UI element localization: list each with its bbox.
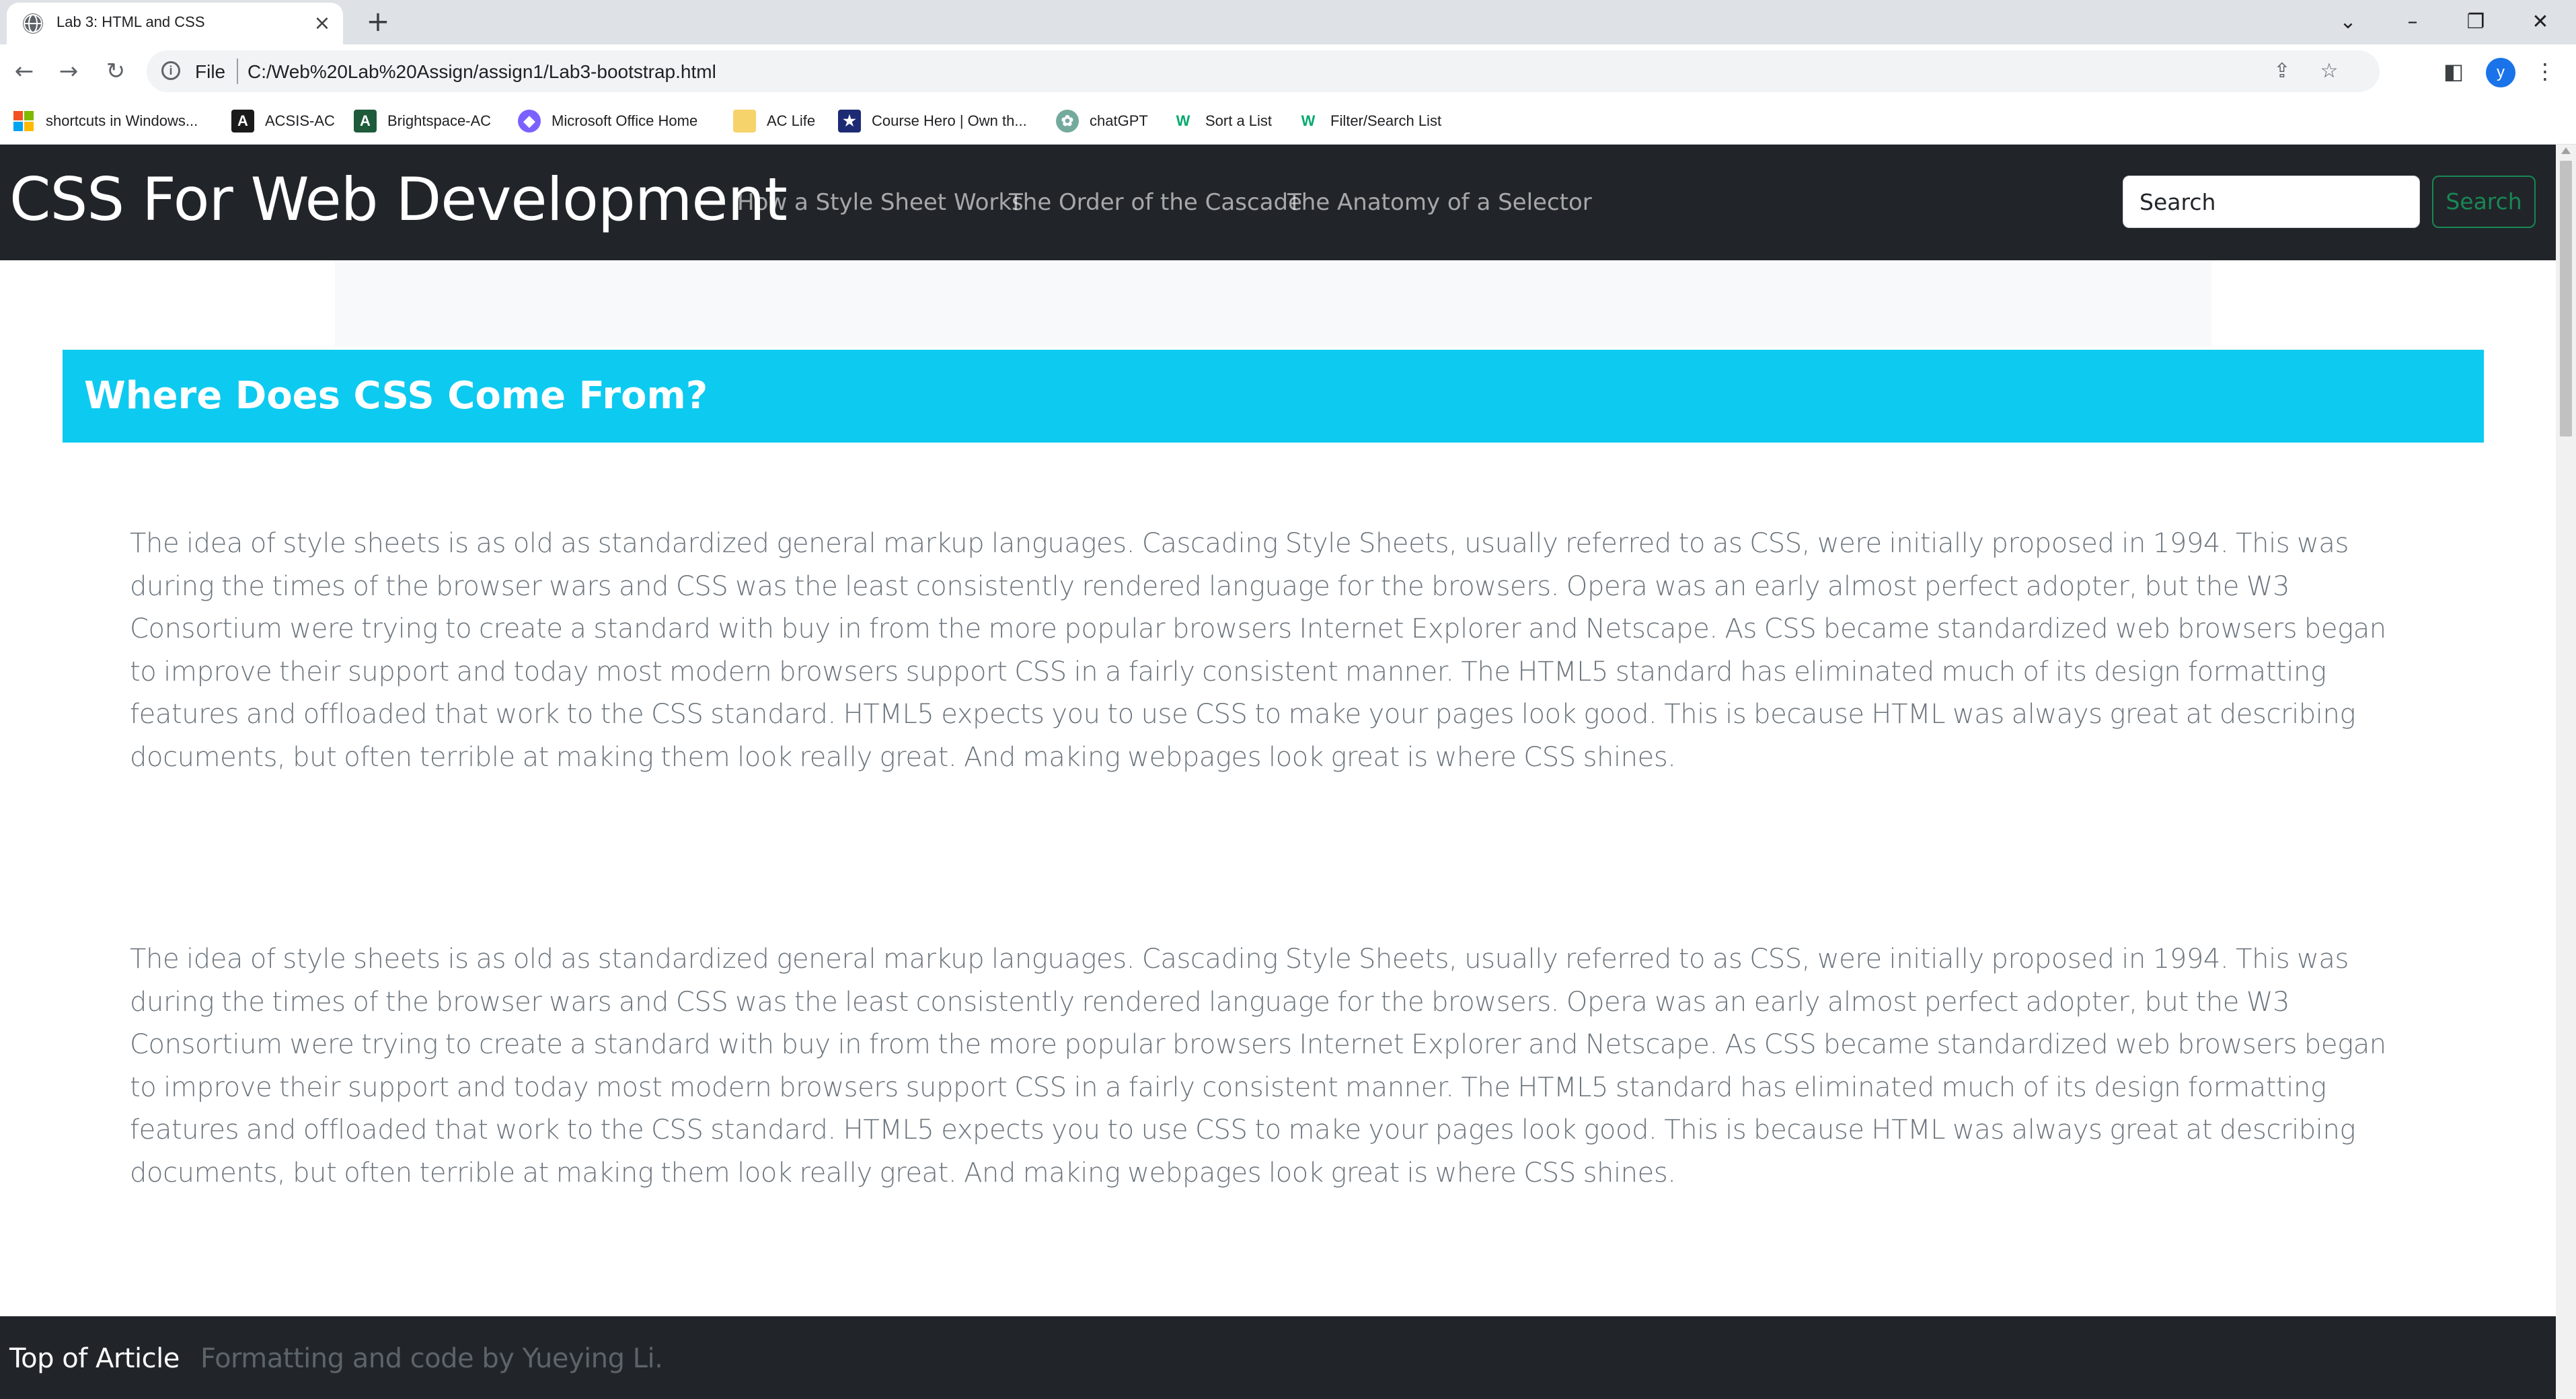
bookmark-item[interactable]: AC Life xyxy=(733,108,815,135)
article-paragraph: The idea of style sheets is as old as st… xyxy=(130,528,2386,773)
url-text[interactable]: C:/Web%20Lab%20Assign/assign1/Lab3-boots… xyxy=(248,61,716,83)
top-of-article-link[interactable]: Top of Article xyxy=(9,1343,180,1374)
bookmark-item[interactable]: shortcuts in Windows... xyxy=(12,108,198,135)
tab-strip: Lab 3: HTML and CSS × + ⌄ – ❐ ✕ xyxy=(0,0,2576,44)
search-button[interactable]: Search xyxy=(2432,176,2536,228)
share-icon[interactable]: ⇪ xyxy=(2269,59,2295,84)
site-footer: Top of Article Formatting and code by Yu… xyxy=(0,1316,2556,1399)
site-info-icon[interactable]: i xyxy=(161,61,180,80)
bookmark-label: chatGPT xyxy=(1090,112,1148,129)
profile-avatar[interactable]: y xyxy=(2486,58,2515,87)
browser-toolbar: ← → ↻ i File C:/Web%20Lab%20Assign/assig… xyxy=(0,44,2576,98)
tab-title: Lab 3: HTML and CSS xyxy=(56,13,205,30)
browser-tab[interactable]: Lab 3: HTML and CSS × xyxy=(7,3,343,44)
scroll-up-icon[interactable] xyxy=(2561,147,2571,154)
chatgpt-icon: ✿ xyxy=(1056,110,1079,133)
nav-link-style-sheet[interactable]: How a Style Sheet Works xyxy=(737,189,1024,216)
coursehero-icon: ★ xyxy=(838,110,861,133)
browser-window: Lab 3: HTML and CSS × + ⌄ – ❐ ✕ ← → ↻ i … xyxy=(0,0,2576,1399)
office-icon: ◆ xyxy=(518,110,541,133)
tab-close-icon[interactable]: × xyxy=(311,12,334,35)
bookmark-label: ACSIS-AC xyxy=(265,112,335,129)
hero-band xyxy=(335,260,2211,346)
section-title: Where Does CSS Come From? xyxy=(84,374,708,418)
back-icon[interactable]: ← xyxy=(9,56,39,86)
reload-icon[interactable]: ↻ xyxy=(101,56,130,86)
w3-icon: W xyxy=(1176,112,1190,129)
bookmark-star-icon[interactable]: ☆ xyxy=(2316,59,2342,84)
bookmark-item[interactable]: ★ Course Hero | Own th... xyxy=(838,108,1027,135)
folder-icon xyxy=(733,110,756,133)
bookmark-item[interactable]: A Brightspace-AC xyxy=(354,108,491,135)
bookmark-label: Filter/Search List xyxy=(1330,112,1442,129)
article-paragraph: The idea of style sheets is as old as st… xyxy=(130,944,2386,1188)
bookmark-label: Sort a List xyxy=(1205,112,1273,129)
footer-credit: Formatting and code by Yueying Li. xyxy=(200,1343,663,1374)
scrollbar-thumb[interactable] xyxy=(2560,161,2572,437)
bookmark-label: Microsoft Office Home xyxy=(552,112,698,129)
bookmark-label: Brightspace-AC xyxy=(387,112,492,129)
bookmark-item[interactable]: ✿ chatGPT xyxy=(1056,108,1148,135)
page-viewport: CSS For Web Development How a Style Shee… xyxy=(0,145,2556,1399)
acsis-icon: A xyxy=(231,110,254,133)
bookmark-label: AC Life xyxy=(767,112,816,129)
url-divider xyxy=(237,59,238,84)
close-window-icon[interactable]: ✕ xyxy=(2524,5,2557,39)
section-header: Where Does CSS Come From? xyxy=(63,350,2484,443)
site-navbar: CSS For Web Development How a Style Shee… xyxy=(0,145,2556,260)
address-bar[interactable]: i File C:/Web%20Lab%20Assign/assign1/Lab… xyxy=(147,50,2380,92)
menu-kebab-icon[interactable]: ⋮ xyxy=(2530,56,2560,86)
bookmark-item[interactable]: W Filter/Search List xyxy=(1297,108,1441,135)
url-scheme-label: File xyxy=(195,61,226,82)
bookmark-label: Course Hero | Own th... xyxy=(872,112,1027,129)
search-input[interactable] xyxy=(2123,176,2420,228)
brightspace-icon: A xyxy=(354,110,377,133)
forward-icon[interactable]: → xyxy=(54,56,83,86)
bookmark-item[interactable]: W Sort a List xyxy=(1172,108,1272,135)
minimize-icon[interactable]: – xyxy=(2396,5,2429,39)
globe-icon xyxy=(23,13,43,34)
tab-search-chevron-icon[interactable]: ⌄ xyxy=(2331,5,2365,39)
new-tab-icon[interactable]: + xyxy=(363,7,393,36)
nav-link-selector[interactable]: The Anatomy of a Selector xyxy=(1287,189,1592,216)
page-scrollbar[interactable] xyxy=(2556,145,2576,1399)
nav-link-cascade[interactable]: The Order of the Cascade xyxy=(1009,189,1302,216)
site-brand-link[interactable]: CSS For Web Development xyxy=(9,165,788,234)
side-panel-icon[interactable]: ◧ xyxy=(2439,56,2468,86)
bookmark-item[interactable]: ◆ Microsoft Office Home xyxy=(518,108,697,135)
windows-logo-icon xyxy=(12,110,35,133)
w3-icon: W xyxy=(1301,112,1316,129)
bookmark-item[interactable]: A ACSIS-AC xyxy=(231,108,335,135)
bookmark-label: shortcuts in Windows... xyxy=(46,112,198,129)
bookmarks-bar: shortcuts in Windows... A ACSIS-AC A Bri… xyxy=(0,98,2576,145)
restore-icon[interactable]: ❐ xyxy=(2459,5,2493,39)
